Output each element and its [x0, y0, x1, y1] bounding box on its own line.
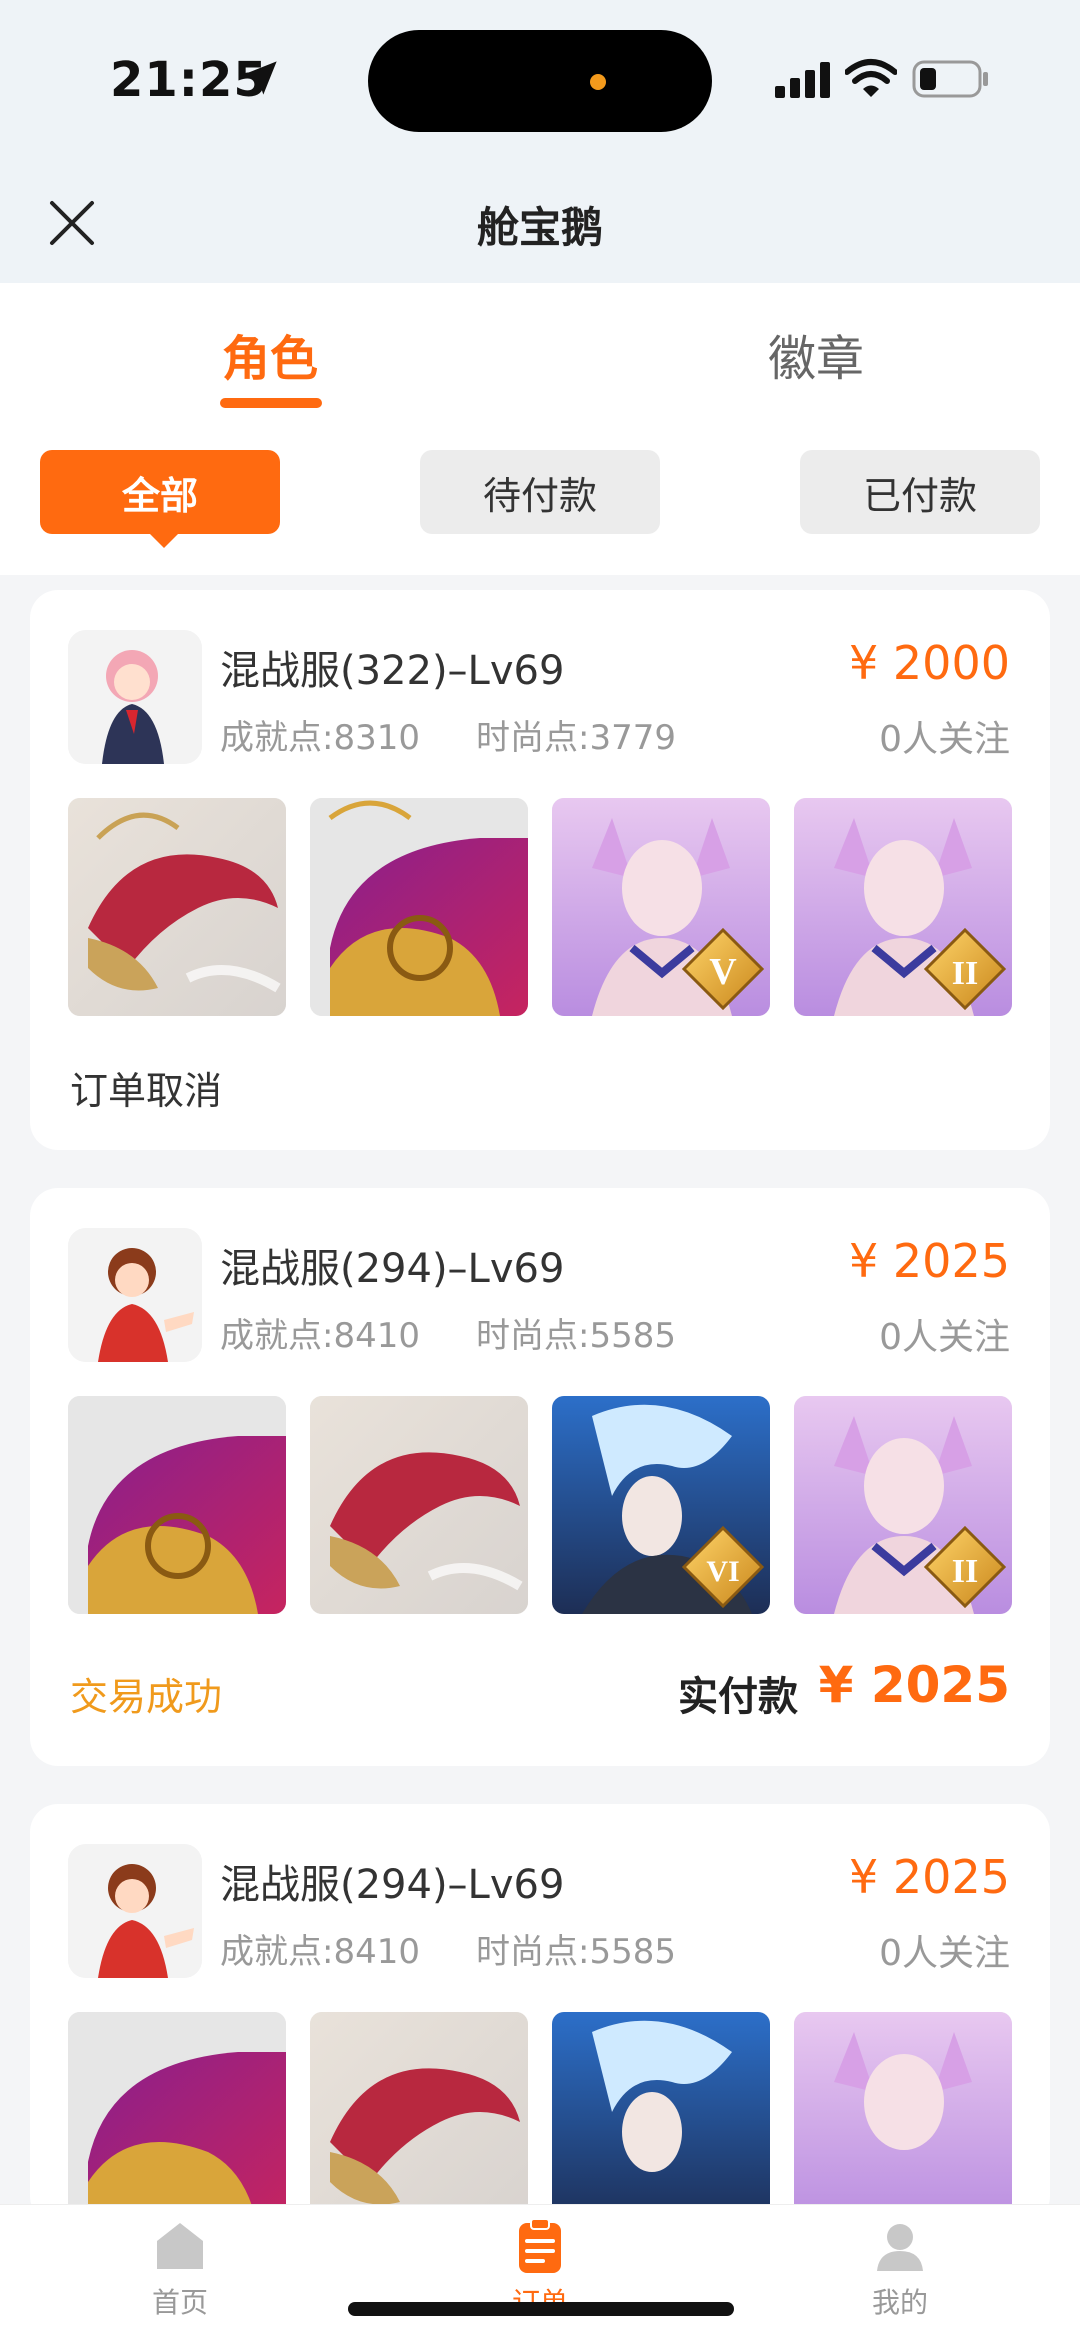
item-golden-fish[interactable]: [68, 2012, 286, 2230]
follower-count: 0人关注: [879, 1933, 1010, 1974]
battery-icon: [912, 60, 988, 98]
dynamic-island: [368, 30, 712, 132]
item-ice-warrior[interactable]: VI: [552, 1396, 770, 1614]
nav-home[interactable]: 首页: [120, 2217, 240, 2321]
home-icon: [157, 2223, 203, 2269]
fashion-points: 时尚点:3779: [475, 718, 676, 758]
follower-count: 0人关注: [879, 1317, 1010, 1358]
item-red-dragon[interactable]: [310, 2012, 528, 2230]
item-thumbnails: VI II: [68, 1396, 1012, 1614]
svg-text:II: II: [952, 955, 978, 992]
svg-text:VI: VI: [706, 1555, 739, 1588]
character-avatar: [68, 1228, 202, 1362]
filter-all[interactable]: 全部: [40, 450, 280, 548]
filter-bar: 全部 待付款 已付款: [0, 435, 1080, 575]
filter-pending-payment[interactable]: 待付款: [420, 450, 660, 534]
item-fox-girl[interactable]: II: [794, 1396, 1012, 1614]
item-red-dragon[interactable]: [68, 798, 286, 1016]
tab-role[interactable]: 角色: [222, 319, 318, 389]
order-card[interactable]: 混战服(294)–Lv69 成就点:8410 时尚点:5585 ¥ 2025 0人…: [30, 1804, 1050, 2230]
svg-text:V: V: [709, 951, 737, 993]
active-tab-indicator: [220, 398, 322, 408]
order-card[interactable]: 混战服(294)–Lv69 成就点:8410 时尚点:5585 ¥ 2025 0人…: [30, 1188, 1050, 1766]
page-title: 舱宝鹅: [476, 203, 603, 252]
server-level: 混战服(294)–Lv69: [220, 1862, 565, 1908]
fashion-points: 时尚点:5585: [475, 1316, 676, 1356]
orders-icon: [519, 2218, 561, 2273]
wifi-icon: [845, 59, 897, 97]
follower-count: 0人关注: [879, 719, 1010, 760]
achievement-points: 成就点:8310: [220, 718, 420, 758]
item-fox-girl[interactable]: II: [794, 798, 1012, 1016]
server-level: 混战服(322)–Lv69: [220, 648, 565, 694]
character-avatar: [68, 630, 202, 764]
character-stats: 成就点:8410 时尚点:5585: [220, 1308, 676, 1357]
order-price: ¥ 2025: [849, 1850, 1010, 1904]
achievement-points: 成就点:8410: [220, 1932, 420, 1972]
tab-badge[interactable]: 徽章: [768, 319, 864, 389]
item-thumbnails: V II: [68, 798, 1012, 1016]
nav-profile-label: 我的: [871, 2286, 928, 2319]
item-thumbnails: [68, 2012, 1012, 2230]
order-price: ¥ 2025: [849, 1234, 1010, 1288]
order-card[interactable]: 混战服(322)–Lv69 成就点:8310 时尚点:3779 ¥ 2000 0人…: [30, 590, 1050, 1150]
character-avatar: [68, 1844, 202, 1978]
paid-amount: ¥ 2025: [818, 1656, 1010, 1714]
character-stats: 成就点:8310 时尚点:3779: [220, 710, 676, 759]
order-status: 订单取消: [70, 1069, 223, 1113]
rank-ii-badge: II: [924, 928, 1006, 1010]
svg-text:II: II: [952, 1553, 978, 1590]
item-fox-girl[interactable]: [794, 2012, 1012, 2230]
item-golden-fish[interactable]: [68, 1396, 286, 1614]
achievement-points: 成就点:8410: [220, 1316, 420, 1356]
top-bar: 21:25 舱宝鹅: [0, 0, 1080, 283]
item-red-dragon[interactable]: [310, 1396, 528, 1614]
item-fox-girl[interactable]: V: [552, 798, 770, 1016]
character-stats: 成就点:8410 时尚点:5585: [220, 1924, 676, 1973]
category-tabs: 角色 徽章: [0, 283, 1080, 435]
recording-indicator: [590, 74, 606, 90]
rank-ii-badge: II: [924, 1526, 1006, 1608]
fashion-points: 时尚点:5585: [475, 1932, 676, 1972]
location-arrow-icon: [243, 61, 277, 95]
bottom-tab-bar: 首页 订单 我的: [0, 2204, 1080, 2341]
item-golden-fish[interactable]: [310, 798, 528, 1016]
nav-profile[interactable]: 我的: [840, 2217, 960, 2321]
rank-vi-badge: VI: [682, 1526, 764, 1608]
order-price: ¥ 2000: [849, 636, 1010, 690]
home-indicator: [348, 2302, 734, 2316]
filter-paid[interactable]: 已付款: [800, 450, 1040, 534]
nav-home-label: 首页: [151, 2286, 208, 2319]
paid-label: 实付款: [678, 1674, 798, 1720]
rank-v-badge: V: [682, 928, 764, 1010]
server-level: 混战服(294)–Lv69: [220, 1246, 565, 1292]
order-status: 交易成功: [70, 1675, 223, 1719]
profile-icon: [877, 2224, 923, 2271]
cellular-signal-icon: [775, 62, 830, 98]
item-ice-warrior[interactable]: [552, 2012, 770, 2230]
